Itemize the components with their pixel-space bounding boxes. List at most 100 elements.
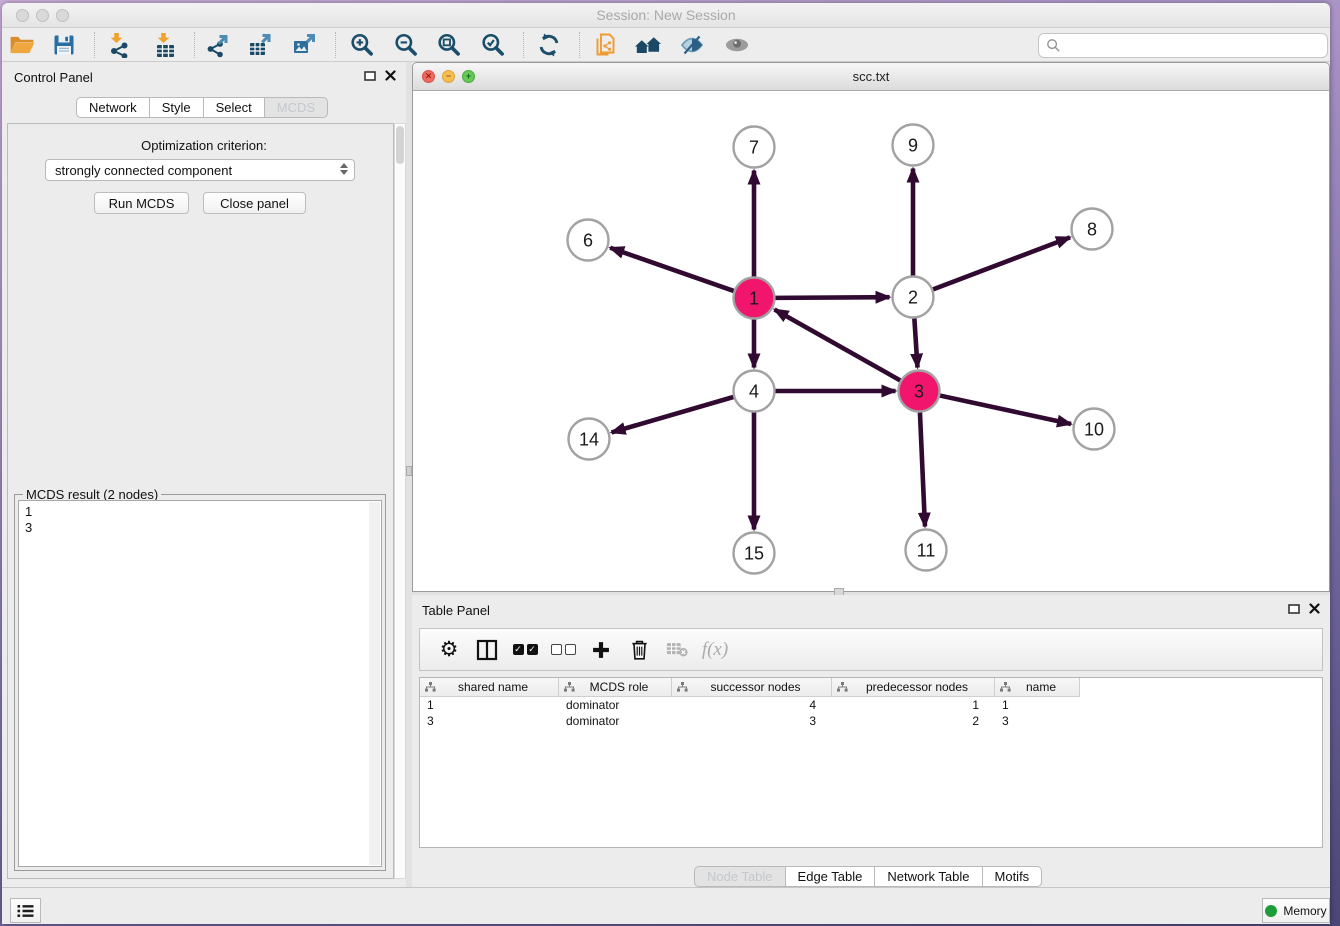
graph-node-14[interactable]: 14 [569, 419, 610, 460]
table-row[interactable]: 1dominator411 [420, 697, 1322, 713]
eye-icon[interactable] [723, 31, 751, 59]
table-cell[interactable]: 3 [420, 713, 559, 729]
graph-node-10[interactable]: 10 [1074, 409, 1115, 450]
table-panel: Table Panel ⚙ ✓✓ [412, 595, 1330, 887]
tab-style[interactable]: Style [150, 97, 204, 118]
export-image-icon[interactable] [291, 31, 319, 59]
graph-edge-4-14[interactable] [612, 397, 734, 432]
table-row[interactable]: 3dominator323 [420, 713, 1322, 729]
close-panel-button[interactable]: Close panel [203, 192, 306, 214]
gear-icon[interactable]: ⚙ [430, 629, 468, 670]
optimization-criterion-label: Optimization criterion: [2, 138, 406, 153]
import-table-icon[interactable] [151, 31, 179, 59]
tab-network[interactable]: Network [76, 97, 150, 118]
graph-node-7[interactable]: 7 [734, 127, 775, 168]
column-header-successor-nodes[interactable]: successor nodes [672, 678, 832, 697]
graph-edge-2-3[interactable] [914, 318, 917, 367]
eye-strikethrough-icon[interactable] [678, 31, 706, 59]
svg-text:15: 15 [744, 543, 764, 563]
memory-button[interactable]: Memory [1262, 898, 1330, 923]
graph-node-6[interactable]: 6 [568, 220, 609, 261]
trash-icon[interactable] [620, 629, 658, 670]
network-view-window: ✕ − + scc.txt 1 2 3 4 6 7 8 9 10 11 14 15 [412, 62, 1330, 592]
unchecked-checkboxes-icon[interactable] [544, 629, 582, 670]
graph-edge-1-6[interactable] [610, 248, 734, 291]
houses-icon[interactable] [634, 31, 662, 59]
graph-node-3[interactable]: 3 [899, 371, 940, 412]
hierarchy-icon [677, 682, 688, 692]
delete-table-icon[interactable] [658, 629, 696, 670]
graph-edge-2-8[interactable] [933, 237, 1070, 289]
split-columns-icon[interactable] [468, 629, 506, 670]
run-mcds-button[interactable]: Run MCDS [94, 192, 189, 214]
column-header-MCDS-role[interactable]: MCDS role [559, 678, 672, 697]
network-window-titlebar[interactable]: ✕ − + scc.txt [413, 63, 1329, 91]
zoom-in-icon[interactable] [348, 31, 376, 59]
table-toolbar: ⚙ ✓✓ [419, 628, 1323, 671]
graph-node-15[interactable]: 15 [734, 533, 775, 574]
svg-text:9: 9 [908, 135, 918, 155]
zoom-out-icon[interactable] [392, 31, 420, 59]
tab-mcds[interactable]: MCDS [265, 97, 328, 118]
table-cell[interactable]: 1 [995, 697, 1080, 713]
close-table-panel-icon[interactable] [1309, 603, 1320, 614]
network-canvas[interactable]: 1 2 3 4 6 7 8 9 10 11 14 15 [413, 91, 1329, 591]
graph-node-2[interactable]: 2 [893, 277, 934, 318]
tab-select[interactable]: Select [204, 97, 265, 118]
save-icon[interactable] [50, 31, 78, 59]
graph-node-9[interactable]: 9 [893, 125, 934, 166]
float-table-panel-icon[interactable] [1288, 604, 1300, 614]
refresh-icon[interactable] [535, 31, 563, 59]
task-list-button[interactable] [10, 898, 41, 923]
export-network-icon[interactable] [204, 31, 232, 59]
column-header-predecessor-nodes[interactable]: predecessor nodes [832, 678, 995, 697]
control-panel-title: Control Panel [14, 70, 93, 85]
status-bar: Memory [2, 887, 1330, 924]
mcds-result-textarea[interactable]: 1 3 [18, 500, 382, 867]
svg-text:7: 7 [749, 137, 759, 157]
tab-network-table[interactable]: Network Table [875, 866, 982, 887]
search-input[interactable] [1038, 33, 1328, 58]
table-cell[interactable]: 1 [832, 697, 995, 713]
column-header-shared-name[interactable]: shared name [420, 678, 559, 697]
column-header-name[interactable]: name [995, 678, 1080, 697]
memory-status-icon [1265, 905, 1277, 917]
close-panel-icon[interactable] [385, 70, 396, 81]
graph-node-8[interactable]: 8 [1072, 209, 1113, 250]
table-cell[interactable]: 2 [832, 713, 995, 729]
table-cell[interactable]: 1 [420, 697, 559, 713]
zoom-selected-icon[interactable] [479, 31, 507, 59]
control-panel-scrollbar[interactable] [394, 123, 406, 879]
graph-node-1[interactable]: 1 [734, 278, 775, 319]
graph-edge-3-10[interactable] [940, 396, 1071, 424]
network-document-icon[interactable] [591, 31, 619, 59]
plus-icon[interactable] [582, 629, 620, 670]
mcds-result-scrollbar[interactable] [369, 502, 380, 865]
search-icon [1046, 38, 1061, 53]
graph-node-11[interactable]: 11 [906, 530, 947, 571]
graph-edge-3-11[interactable] [920, 412, 925, 526]
import-network-icon[interactable] [104, 31, 132, 59]
checked-checkboxes-icon[interactable]: ✓✓ [506, 629, 544, 670]
svg-text:6: 6 [583, 230, 593, 250]
graph-edge-1-2[interactable] [775, 297, 889, 298]
node-table: shared nameMCDS rolesuccessor nodesprede… [419, 677, 1323, 848]
tab-node-table[interactable]: Node Table [694, 866, 786, 887]
table-cell[interactable]: dominator [559, 697, 672, 713]
table-cell[interactable]: dominator [559, 713, 672, 729]
table-cell[interactable]: 3 [995, 713, 1080, 729]
open-folder-icon[interactable] [8, 31, 36, 59]
table-cell[interactable]: 4 [672, 697, 832, 713]
table-cell[interactable]: 3 [672, 713, 832, 729]
graph-node-4[interactable]: 4 [734, 371, 775, 412]
criterion-select[interactable]: strongly connected component [45, 159, 355, 181]
svg-text:11: 11 [917, 540, 936, 560]
tab-motifs[interactable]: Motifs [983, 866, 1043, 887]
graph-edge-3-1[interactable] [774, 310, 900, 381]
function-builder-icon[interactable]: f(x) [696, 629, 734, 670]
svg-text:2: 2 [908, 287, 918, 307]
zoom-fit-icon[interactable] [435, 31, 463, 59]
export-table-icon[interactable] [247, 31, 275, 59]
float-panel-icon[interactable] [364, 71, 376, 81]
tab-edge-table[interactable]: Edge Table [786, 866, 876, 887]
